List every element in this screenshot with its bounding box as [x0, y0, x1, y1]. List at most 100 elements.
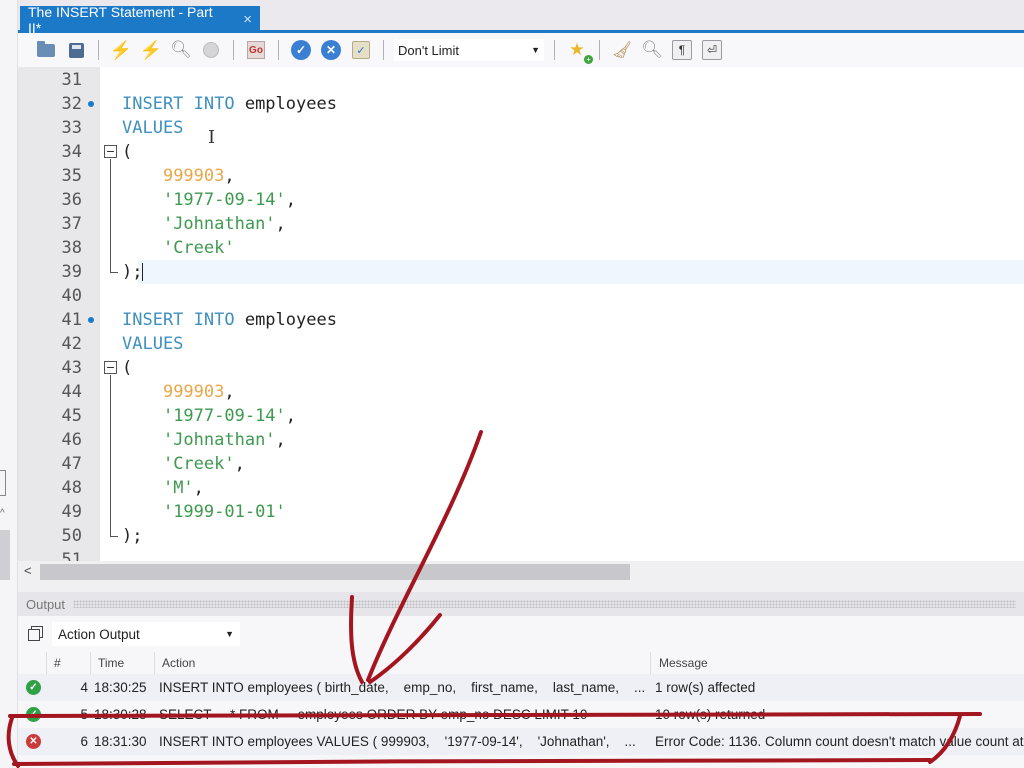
- row-time: 18:31:30: [94, 734, 147, 749]
- chevron-down-icon: ▼: [531, 45, 540, 55]
- row-limit-select[interactable]: Don't Limit ▼: [394, 39, 544, 61]
- code-text: 999903,: [122, 164, 235, 188]
- side-panel-collapse-icon[interactable]: ^: [0, 508, 5, 519]
- code-text: VALUES: [122, 116, 183, 140]
- line-number: 42: [61, 334, 82, 354]
- panel-drag-grip[interactable]: [73, 600, 1016, 608]
- code-line[interactable]: 36 '1977-09-14',: [18, 188, 1024, 212]
- invisible-chars-icon[interactable]: ¶: [670, 38, 694, 62]
- fold-collapse-icon[interactable]: [104, 145, 117, 158]
- row-number: 6: [80, 734, 88, 749]
- row-time: 18:30:28: [94, 707, 147, 722]
- toggle-error-icon[interactable]: Go: [244, 38, 268, 62]
- column-divider[interactable]: [650, 652, 651, 674]
- column-header-message[interactable]: Message: [659, 656, 708, 670]
- error-status-icon: ✕: [26, 734, 41, 749]
- line-number: 33: [61, 118, 82, 138]
- code-line[interactable]: 51: [18, 548, 1024, 561]
- code-line[interactable]: 48 'M',: [18, 476, 1024, 500]
- output-grid-header: # Time Action Message: [18, 652, 1024, 674]
- code-line[interactable]: 50);: [18, 375, 1024, 548]
- execute-current-icon[interactable]: ⚡: [139, 38, 163, 62]
- code-text: 'Johnathan',: [122, 428, 286, 452]
- code-text: INSERT INTO employees: [122, 308, 337, 332]
- code-text: 999903,: [122, 380, 235, 404]
- code-line[interactable]: 46 'Johnathan',: [18, 428, 1024, 452]
- code-text: 'Creek': [122, 236, 235, 260]
- close-tab-icon[interactable]: ×: [243, 11, 252, 28]
- column-header-action[interactable]: Action: [162, 656, 195, 670]
- open-folder-icon[interactable]: [34, 38, 58, 62]
- fold-guide-line: [110, 159, 111, 272]
- code-line[interactable]: 49 '1999-01-01': [18, 500, 1024, 524]
- line-number: 49: [61, 502, 82, 522]
- code-text: );: [122, 260, 144, 284]
- column-header-num[interactable]: #: [54, 656, 61, 670]
- code-line[interactable]: 37 'Johnathan',: [18, 212, 1024, 236]
- code-line[interactable]: 32 INSERT INTO employees: [18, 92, 1024, 116]
- stop-icon[interactable]: [199, 38, 223, 62]
- side-panel-scrollbar[interactable]: [0, 530, 10, 580]
- column-divider[interactable]: [90, 652, 91, 674]
- tab-insert-statement[interactable]: The INSERT Statement - Part II* ×: [20, 4, 260, 36]
- execute-icon[interactable]: ⚡: [109, 38, 133, 62]
- output-row[interactable]: ✓ 5 18:30:28 SELECT * FROM employees ORDER …: [18, 701, 1024, 728]
- add-snippet-icon[interactable]: ★ +: [565, 38, 593, 64]
- commit-icon[interactable]: ✓: [289, 38, 313, 62]
- code-line[interactable]: 42 VALUES: [18, 332, 1024, 356]
- output-type-select[interactable]: Action Output ▼: [52, 622, 240, 646]
- code-text: 'M',: [122, 476, 204, 500]
- explain-icon[interactable]: 🔍︎: [169, 38, 193, 62]
- row-time: 18:30:25: [94, 680, 147, 695]
- line-number: 41: [61, 310, 82, 330]
- string-literal: 'Johnathan': [162, 214, 276, 234]
- sql-keyword: VALUES: [122, 334, 184, 354]
- beautify-icon[interactable]: 🧹︎: [610, 38, 634, 62]
- find-icon[interactable]: 🔍︎: [640, 38, 664, 62]
- scroll-left-icon[interactable]: <: [24, 563, 32, 578]
- code-line[interactable]: 35 999903,: [18, 164, 1024, 188]
- chevron-down-icon: ▼: [225, 629, 234, 639]
- code-line[interactable]: 44 999903,: [18, 380, 1024, 404]
- code-line[interactable]: 34 (: [18, 140, 1024, 164]
- output-row[interactable]: ✕ 6 18:31:30 INSERT INTO employees VALUES (…: [18, 728, 1024, 755]
- code-line[interactable]: 31: [18, 68, 1024, 92]
- fold-guide-line: [110, 375, 111, 536]
- autocommit-icon[interactable]: ✓: [349, 38, 373, 62]
- column-divider[interactable]: [46, 652, 47, 674]
- output-row[interactable]: ✓ 4 18:30:25 INSERT INTO employees ( birth_…: [18, 674, 1024, 701]
- side-panel-edge: ^: [0, 0, 18, 768]
- rollback-icon[interactable]: ✕: [319, 38, 343, 62]
- editor-horizontal-scrollbar[interactable]: <: [18, 561, 1024, 583]
- text-cursor-icon: I: [208, 127, 216, 148]
- row-number: 4: [80, 680, 88, 695]
- code-line[interactable]: 38 'Creek': [18, 236, 1024, 260]
- column-divider[interactable]: [154, 652, 155, 674]
- wrap-icon[interactable]: ⏎: [700, 38, 724, 62]
- code-line[interactable]: 43 (: [18, 356, 1024, 380]
- code-line[interactable]: 41 INSERT INTO employees: [18, 308, 1024, 332]
- fold-collapse-icon[interactable]: [104, 361, 117, 374]
- sql-editor[interactable]: 31 32 INSERT INTO employees 33 VALUES 34 (35 9…: [18, 67, 1024, 561]
- editor-tab-bar: The INSERT Statement - Part II* ×: [18, 0, 1024, 36]
- code-line[interactable]: 33 VALUES: [18, 116, 1024, 140]
- code-line[interactable]: 47 'Creek',: [18, 452, 1024, 476]
- line-number: 32: [61, 94, 82, 114]
- code-line[interactable]: 45 '1977-09-14',: [18, 404, 1024, 428]
- toolbar-divider: [278, 40, 279, 60]
- row-message: 10 row(s) returned: [655, 707, 766, 722]
- copy-icon[interactable]: [28, 626, 43, 641]
- toolbar-divider: [383, 40, 384, 60]
- code-text: '1977-09-14',: [122, 404, 296, 428]
- code-line[interactable]: 39);: [18, 159, 1024, 284]
- code-line[interactable]: 40: [18, 284, 1024, 308]
- scrollbar-thumb[interactable]: [40, 564, 630, 580]
- toolbar-divider: [599, 40, 600, 60]
- text-caret: [142, 263, 144, 281]
- column-header-time[interactable]: Time: [98, 656, 124, 670]
- code-text: (: [122, 356, 132, 380]
- save-icon[interactable]: [64, 38, 88, 62]
